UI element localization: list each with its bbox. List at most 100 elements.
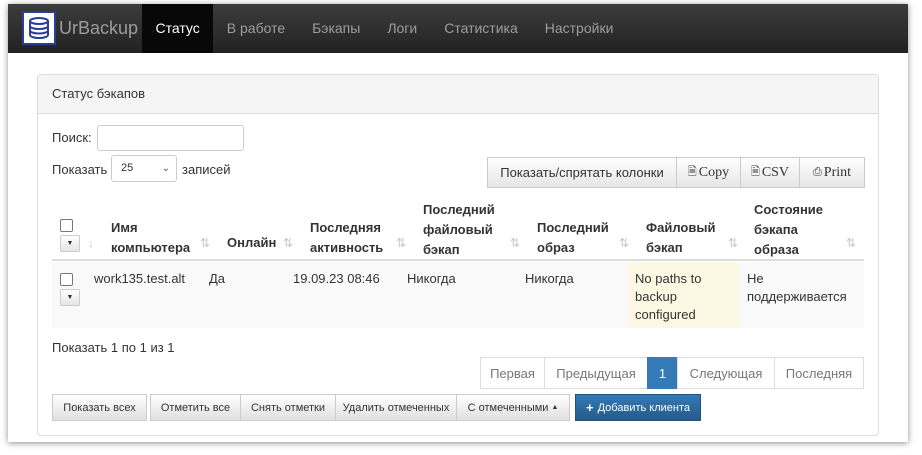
- plus-icon: +: [586, 400, 594, 415]
- file-backup-line3: configured: [635, 307, 696, 322]
- search-input[interactable]: [97, 125, 244, 151]
- page-next[interactable]: Следующая: [677, 357, 775, 389]
- top-navbar: UrBackup Статус В работе Бэкапы Логи Ста…: [8, 4, 908, 53]
- csv-button[interactable]: 🗎 CSV: [740, 157, 800, 188]
- page-first[interactable]: Первая: [480, 357, 545, 389]
- row-checkbox[interactable]: [60, 273, 73, 286]
- sort-icon: ⇅: [510, 236, 521, 250]
- column-visibility-button[interactable]: Показать/спрятать колонки: [487, 157, 677, 188]
- copy-icon: 🗎: [687, 166, 697, 178]
- col-file-backup-line2: бэкап: [646, 240, 683, 255]
- col-image-status-line1: Состояние: [754, 202, 824, 217]
- show-all-button[interactable]: Показать всех: [52, 394, 147, 421]
- main-nav: Статус В работе Бэкапы Логи Статистика Н…: [142, 4, 627, 53]
- col-name-line2: компьютера: [111, 240, 191, 255]
- sort-icon: ↓: [88, 236, 94, 250]
- brand-name: UrBackup: [59, 17, 139, 38]
- file-backup-text: No paths to backup configured: [635, 270, 702, 324]
- cell-last-file: Никогда: [407, 271, 456, 286]
- page-length-value: 25: [121, 162, 134, 174]
- pagination: Первая Предыдущая 1 Следующая Последняя: [480, 357, 864, 389]
- row-dropdown-button[interactable]: ▼: [60, 289, 80, 306]
- file-backup-line1: No paths to: [635, 271, 702, 286]
- col-online[interactable]: Онлайн: [227, 233, 276, 253]
- copy-button[interactable]: 🗎 Copy: [676, 157, 741, 188]
- col-last-seen-line2: активность: [310, 240, 384, 255]
- col-file-backup[interactable]: Файловый бэкап: [646, 218, 715, 258]
- action-bar-selection: Отметить все Снять отметки Удалить отмеч…: [150, 394, 570, 421]
- col-image-status-line3: образа: [754, 242, 799, 257]
- length-prefix: Показать: [52, 162, 108, 177]
- table-info: Показать 1 по 1 из 1: [52, 340, 175, 355]
- file-icon: 🗎: [750, 166, 760, 178]
- sort-icon: ⇅: [283, 236, 294, 250]
- select-all-button[interactable]: Отметить все: [150, 394, 241, 421]
- deselect-all-button[interactable]: Снять отметки: [240, 394, 336, 421]
- page-last[interactable]: Последняя: [774, 357, 864, 389]
- header-dropdown-button[interactable]: ▼: [60, 235, 80, 252]
- col-last-image[interactable]: Последний образ: [537, 218, 609, 258]
- col-image-status[interactable]: Состояние бэкапа образа: [754, 200, 823, 260]
- table-row[interactable]: ▼ work135.test.alt Да 19.09.23 08:46 Ник…: [52, 262, 864, 328]
- print-button[interactable]: ⎙ Print: [799, 157, 865, 188]
- printer-icon: ⎙: [812, 166, 822, 178]
- sort-icon: ⇅: [728, 236, 739, 250]
- table-buttons: Показать/спрятать колонки 🗎 Copy 🗎 CSV ⎙ Pr…: [487, 157, 865, 188]
- action-bar-left: Показать всех: [52, 394, 147, 421]
- with-selected-dropdown[interactable]: С отмеченными ▲: [456, 394, 570, 421]
- length-suffix: записей: [182, 162, 231, 177]
- col-last-seen-line1: Последняя: [310, 220, 381, 235]
- nav-statistics[interactable]: Статистика: [431, 4, 532, 53]
- col-last-file-line3: бэкап: [423, 242, 460, 257]
- col-file-backup-line1: Файловый: [646, 220, 716, 235]
- cell-image-status: Не поддерживается: [747, 270, 847, 306]
- col-online-line1: Онлайн: [227, 235, 277, 250]
- col-image-status-line2: бэкапа: [754, 222, 798, 237]
- print-label: Print: [823, 164, 852, 180]
- col-last-file-line1: Последний: [423, 202, 495, 217]
- select-all-checkbox[interactable]: [60, 219, 73, 232]
- cell-last-seen: 19.09.23 08:46: [293, 271, 380, 286]
- col-last-file-backup[interactable]: Последний файловый бэкап: [423, 200, 495, 260]
- cell-online: Да: [209, 271, 226, 286]
- col-name[interactable]: Имя компьютера: [111, 218, 190, 258]
- colvis-label: Показать/спрятать колонки: [500, 165, 664, 180]
- image-status-line1: Не: [747, 271, 764, 286]
- col-name-line1: Имя: [111, 220, 138, 235]
- add-client-button[interactable]: + Добавить клиента: [575, 394, 701, 421]
- file-backup-warning-cell: No paths to backup configured: [628, 262, 739, 328]
- table-header: ▼ ↓ Имя компьютера ⇅ Онлайн ⇅ Последняя …: [52, 198, 864, 261]
- sort-icon: ⇅: [619, 236, 630, 250]
- nav-logs[interactable]: Логи: [374, 4, 431, 53]
- csv-label: CSV: [761, 164, 790, 180]
- file-backup-line2: backup: [635, 289, 677, 304]
- page-length-select[interactable]: 25 ⌄: [111, 155, 177, 182]
- nav-backups[interactable]: Бэкапы: [299, 4, 374, 53]
- sort-icon: ⇅: [200, 236, 211, 250]
- sort-icon: ⇅: [396, 236, 407, 250]
- nav-activities[interactable]: В работе: [213, 4, 298, 53]
- panel-title: Статус бэкапов: [38, 75, 878, 114]
- cell-name: work135.test.alt: [94, 271, 186, 286]
- add-client-label: Добавить клиента: [597, 401, 690, 414]
- copy-label: Copy: [698, 164, 730, 180]
- image-status-line2: поддерживается: [747, 289, 847, 304]
- action-bar-add: + Добавить клиента: [575, 394, 701, 421]
- col-last-file-line2: файловый: [423, 222, 493, 237]
- col-last-image-line1: Последний: [537, 220, 609, 235]
- col-last-seen[interactable]: Последняя активность: [310, 218, 383, 258]
- search-label: Поиск:: [52, 130, 92, 145]
- database-logo-icon: [22, 11, 56, 45]
- col-last-image-line2: образ: [537, 240, 575, 255]
- with-selected-label: С отмеченными: [467, 401, 549, 414]
- page-previous[interactable]: Предыдущая: [544, 357, 648, 389]
- page-current[interactable]: 1: [647, 357, 678, 389]
- brand[interactable]: UrBackup: [22, 11, 139, 45]
- nav-settings[interactable]: Настройки: [531, 4, 627, 53]
- sort-icon: ⇅: [846, 236, 857, 250]
- caret-up-icon: ▲: [551, 404, 559, 411]
- cell-last-image: Никогда: [525, 271, 574, 286]
- delete-selected-button[interactable]: Удалить отмеченных: [335, 394, 457, 421]
- chevron-down-icon: ⌄: [161, 163, 170, 174]
- nav-status[interactable]: Статус: [142, 4, 214, 53]
